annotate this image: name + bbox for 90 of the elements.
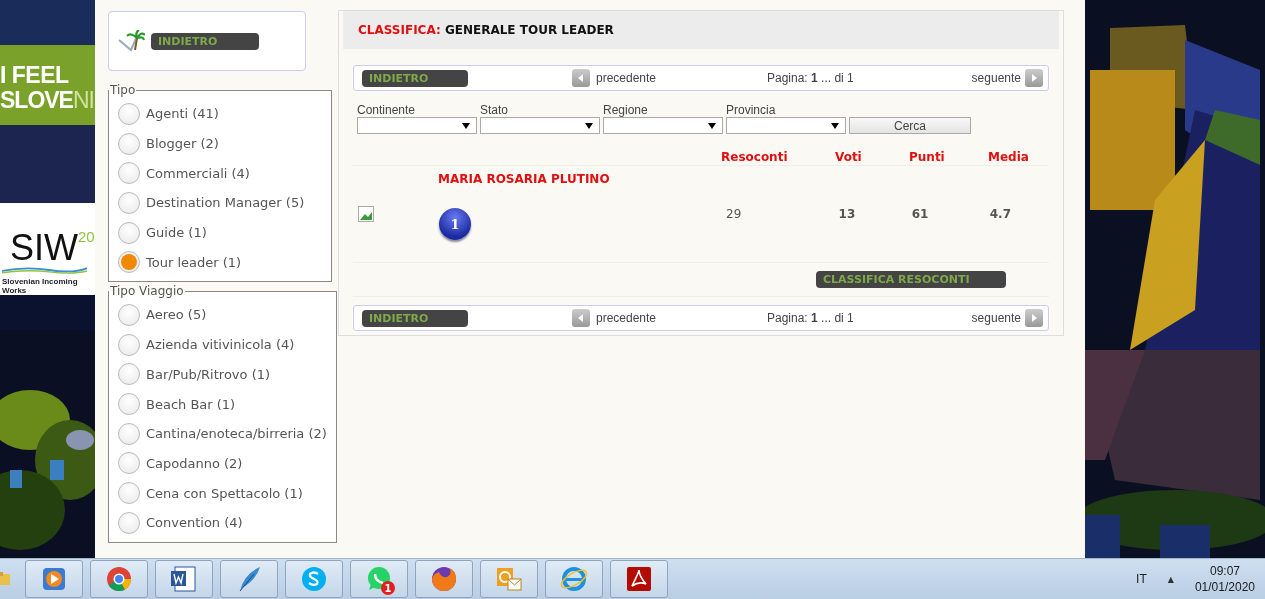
dropdown-arrow-icon [585,122,593,129]
radio-label[interactable]: Capodanno (2) [146,455,243,471]
table-cell-text: 29 [725,207,743,221]
column-header: Resoconti [720,149,789,164]
radio-label[interactable]: Guide (1) [146,225,207,241]
dropdown-field[interactable] [603,117,723,134]
taskbar-button[interactable] [610,560,668,598]
ad-caption: Slovenian Incoming Works [2,277,79,295]
previous-link[interactable]: precedente [596,311,657,325]
radio-button[interactable] [118,251,140,274]
taskbar-button[interactable] [220,560,278,598]
taskbar-button[interactable] [415,560,473,598]
chat-icon [299,564,329,594]
column-header: Voti [834,149,863,164]
table-cell-text: 13 [837,207,857,221]
radio-label[interactable]: Commerciali (4) [146,165,250,181]
next-link[interactable]: seguente [971,71,1021,85]
table-cell-text: 4.7 [988,207,1013,221]
rank-badge: 1 [439,208,471,240]
taskbar-button[interactable]: 1 [350,560,408,598]
document-icon [169,564,199,594]
tray-arrow[interactable]: ▲ [1167,574,1174,584]
dropdown-arrow-icon [708,122,716,129]
palm-icon [117,30,145,52]
wave-icon [2,266,87,274]
radio-button[interactable] [118,221,140,244]
logo-text: SIW$^{20}$ [10,226,95,266]
browser-icon [559,564,589,594]
notification-badge: 1 [381,581,395,595]
pdf-icon [624,564,654,594]
radio-label[interactable]: Beach Bar (1) [146,396,236,412]
radio-button[interactable] [118,303,140,326]
dropdown-arrow-icon [831,122,839,129]
filter-label: Provincia [726,103,777,117]
table-cell-text: 61 [910,207,930,221]
radio-label[interactable]: Agenti (41) [146,106,219,122]
radio-button[interactable] [118,482,140,505]
page-indicator: Pagina: 1 ... di 1 [767,71,854,85]
radio-label[interactable]: Azienda vitivinicola (4) [146,337,295,353]
dropdown-field[interactable] [726,117,846,134]
radio-button[interactable] [118,162,140,185]
report-ranking-button[interactable]: CLASSIFICA RESOCONTI [816,271,1006,288]
radio-button[interactable] [118,333,140,356]
radio-label[interactable]: Aereo (5) [146,307,207,323]
radio-label[interactable]: Tour leader (1) [146,254,242,270]
group-title: Tipo Viaggio [109,284,185,299]
person-name[interactable]: MARIA ROSARIA PLUTINO [438,172,722,186]
radio-button[interactable] [118,132,140,155]
radio-label[interactable]: Bar/Pub/Ritrovo (1) [146,366,271,382]
radio-label[interactable]: Destination Manager (5) [146,195,305,211]
previous-link[interactable]: precedente [596,71,657,85]
page-title: CLASSIFICA: GENERALE TOUR LEADER [358,23,614,37]
dropdown-field[interactable] [480,117,600,134]
language-indicator[interactable]: IT [1136,572,1147,586]
column-header: Punti [908,149,946,164]
filter-label: Continente [357,103,417,117]
dropdown-field[interactable] [357,117,477,134]
radio-label[interactable]: Cantina/enoteca/birreria (2) [146,426,327,442]
radio-button[interactable] [118,363,140,386]
taskbar-button[interactable] [25,560,83,598]
taskbar-button[interactable] [90,560,148,598]
radio-label[interactable]: Convention (4) [146,515,243,531]
radio-button[interactable] [118,393,140,416]
radio-button[interactable] [118,422,140,445]
ad-headline: SLOVENI [0,87,95,113]
clock-date[interactable]: 01/01/2020 [1194,579,1255,595]
broken-image-icon [358,206,374,222]
next-link[interactable]: seguente [971,311,1021,325]
radio-button[interactable] [118,102,140,125]
page-indicator: Pagina: 1 ... di 1 [767,311,854,325]
dropdown-arrow-icon [462,122,470,129]
browser-icon [429,564,459,594]
clock-time[interactable]: 09:07 [1209,563,1240,579]
banner-ad[interactable]: I FEEL SLOVENI SIW$^{20}$ Slovenian Incoming Works [0,0,95,295]
back-button[interactable]: INDIETRO [362,309,468,327]
radio-button[interactable] [118,191,140,214]
filter-label: Regione [603,103,649,117]
browser-icon [104,564,134,594]
filter-label: Stato [480,103,510,117]
ad-headline: I FEEL [0,62,70,88]
group-title: Tipo [109,83,137,97]
taskbar-button[interactable] [155,560,213,598]
radio-button[interactable] [118,452,140,475]
radio-button[interactable] [118,511,140,534]
back-button[interactable]: INDIETRO [151,32,259,50]
column-header: Media [987,149,1030,164]
radio-label[interactable]: Blogger (2) [146,136,219,152]
back-button[interactable]: INDIETRO [362,69,468,87]
search-button[interactable]: Cerca [849,117,971,134]
radio-label[interactable]: Cena con Spettacolo (1) [146,485,303,501]
